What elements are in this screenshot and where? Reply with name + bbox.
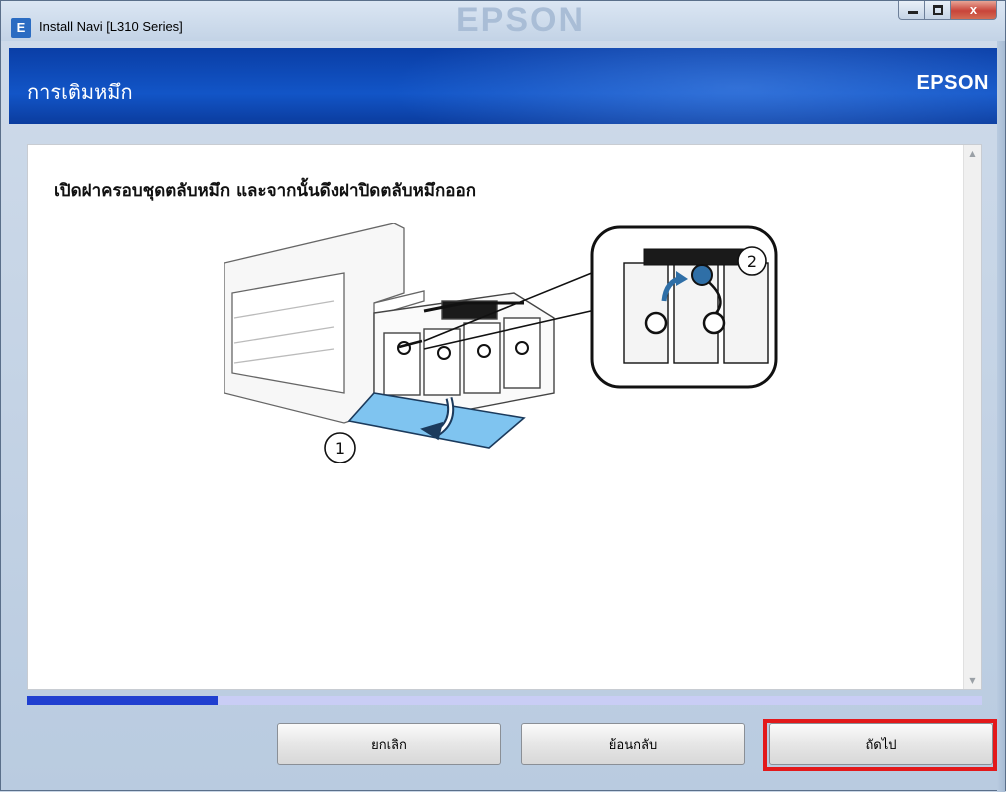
header-swoosh — [389, 48, 999, 124]
page-title: การเติมหมึก — [27, 80, 133, 104]
progress-fill — [27, 696, 218, 705]
vertical-scrollbar[interactable]: ▲ ▼ — [963, 145, 981, 689]
maximize-button[interactable] — [925, 1, 951, 20]
title-bar[interactable]: EPSON E Install Navi [L310 Series] x — [1, 1, 1005, 41]
minimize-icon — [908, 11, 918, 14]
installer-window: EPSON E Install Navi [L310 Series] x การ… — [0, 0, 1006, 792]
back-button[interactable]: ย้อนกลับ — [521, 723, 745, 765]
window-frame-edge — [997, 41, 1005, 792]
content-panel: เปิดฝาครอบชุดตลับหมึก และจากนั้นดึงฝาปิด… — [27, 144, 982, 690]
window-title: Install Navi [L310 Series] — [39, 19, 183, 34]
svg-text:2: 2 — [747, 252, 757, 271]
title-bar-watermark: EPSON — [456, 1, 586, 39]
maximize-icon — [933, 5, 943, 15]
ink-tank-illustration: 1 2 — [224, 223, 778, 463]
step-1-label: 1 — [324, 432, 356, 463]
progress-bar — [27, 696, 982, 705]
scroll-down-arrow-icon[interactable]: ▼ — [964, 672, 981, 689]
epson-logo: EPSON — [916, 72, 989, 94]
close-icon: x — [969, 2, 978, 17]
page-header: การเติมหมึก EPSON — [9, 48, 999, 124]
zoom-callout: 2 — [590, 225, 778, 389]
next-button[interactable]: ถัดไป — [769, 723, 993, 765]
app-icon: E — [11, 18, 31, 38]
instruction-text: เปิดฝาครอบชุดตลับหมึก และจากนั้นดึงฝาปิด… — [54, 181, 476, 201]
footer-buttons: ยกเลิก ย้อนกลับ ถัดไป — [9, 709, 999, 787]
window-controls: x — [898, 1, 997, 21]
scroll-up-arrow-icon[interactable]: ▲ — [964, 145, 981, 162]
cancel-button[interactable]: ยกเลิก — [277, 723, 501, 765]
close-button[interactable]: x — [951, 1, 997, 20]
svg-text:1: 1 — [335, 439, 345, 458]
minimize-button[interactable] — [898, 1, 925, 20]
